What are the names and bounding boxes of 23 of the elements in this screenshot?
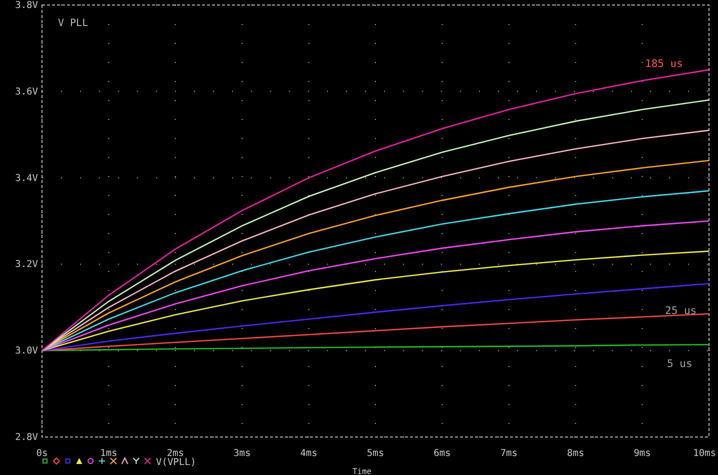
y-tick-label: 3.2V xyxy=(15,259,38,270)
curve-label: 25 us xyxy=(665,305,697,317)
y-tick-label: 3.6V xyxy=(15,86,38,98)
legend-label: V(VPLL) xyxy=(156,457,196,468)
x-tick-label: 9ms xyxy=(634,448,651,459)
curve-label: 185 us xyxy=(645,58,683,70)
x-axis-label: Time xyxy=(352,467,372,475)
y-tick-label: 3.0V xyxy=(15,346,38,357)
x-tick-label: 10ms xyxy=(693,448,716,459)
x-tick-label: 3ms xyxy=(234,448,251,459)
x-tick-label: 1ms xyxy=(100,448,118,459)
x-tick-label: 2ms xyxy=(166,448,184,459)
x-tick-label: 7ms xyxy=(500,448,518,459)
x-tick-label: 4ms xyxy=(300,448,318,459)
x-tick-label: 5ms xyxy=(366,448,384,459)
x-tick-label: 8ms xyxy=(567,448,584,459)
y-tick-label: 2.8V xyxy=(15,432,38,443)
y-tick-label: 3.8V xyxy=(15,0,38,11)
x-tick-label: 6ms xyxy=(434,448,451,459)
chart-title: V PLL xyxy=(58,18,88,29)
x-tick-label: 0s xyxy=(36,448,48,459)
curve-label: 5 us xyxy=(667,358,692,370)
y-tick-label: 3.4V xyxy=(15,172,38,184)
